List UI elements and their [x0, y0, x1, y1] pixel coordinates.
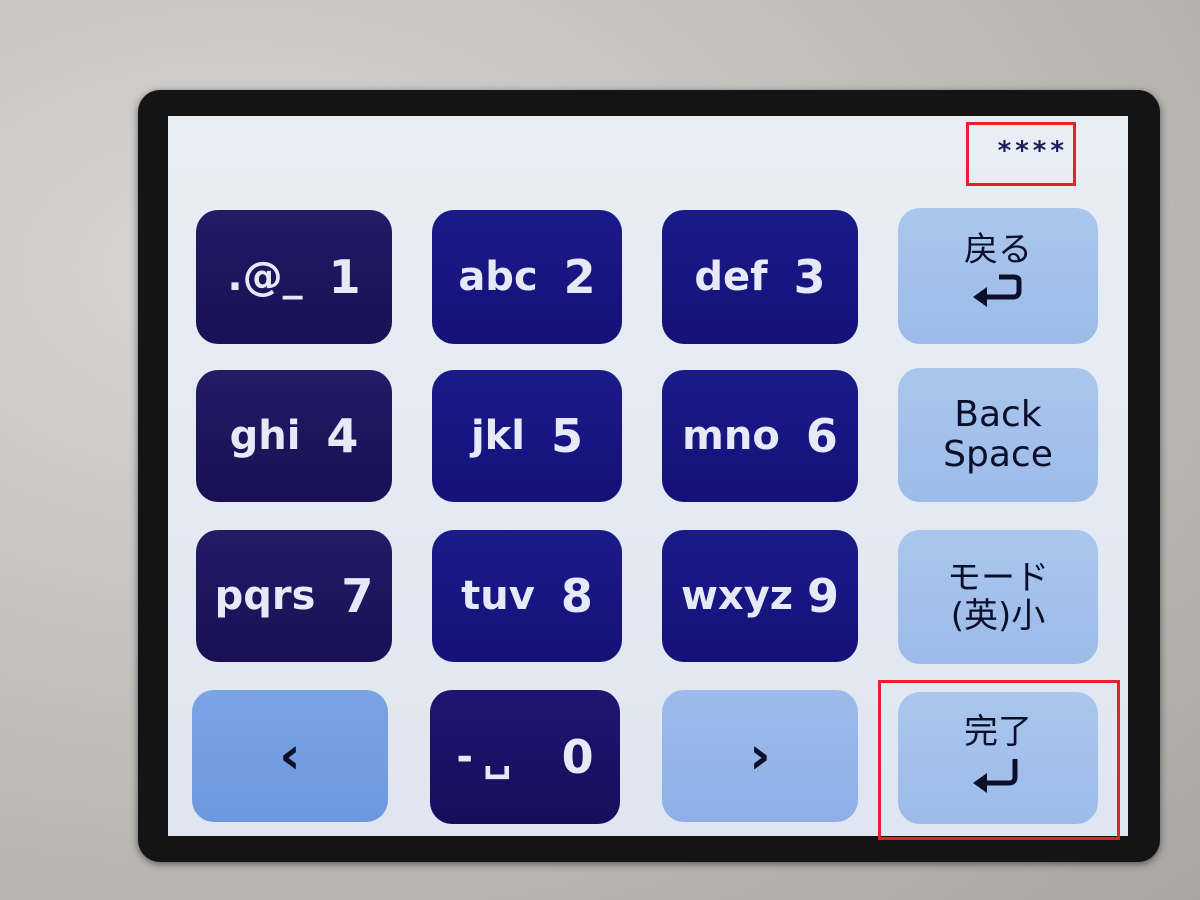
key-7[interactable]: pqrs 7: [196, 530, 392, 662]
key-4-digit: 4: [326, 409, 359, 463]
key-6-digit: 6: [805, 409, 838, 463]
key-6[interactable]: mno 6: [662, 370, 858, 502]
key-1-letters: .@_: [227, 254, 303, 300]
mode-button[interactable]: モード (英)小: [898, 530, 1098, 664]
key-5-letters: jkl: [470, 413, 525, 459]
backspace-label-line2: Space: [943, 434, 1053, 475]
key-4-letters: ghi: [229, 413, 301, 459]
chevron-right-icon: ›: [749, 726, 771, 786]
mode-label-line1: モード: [947, 557, 1049, 598]
back-button-label: 戻る: [964, 229, 1032, 270]
key-7-letters: pqrs: [214, 573, 316, 619]
mode-label-line2: (英)小: [950, 596, 1046, 636]
return-arrow-icon: [973, 274, 1022, 308]
backspace-label-line1: Back: [954, 393, 1042, 435]
key-5-digit: 5: [551, 409, 584, 463]
password-highlight-box: [966, 122, 1076, 186]
key-2[interactable]: abc 2: [432, 210, 622, 344]
key-0-letters: -␣: [456, 734, 522, 780]
key-8-letters: tuv: [461, 573, 535, 619]
key-3[interactable]: def 3: [662, 210, 858, 344]
key-2-digit: 2: [563, 250, 596, 304]
key-2-letters: abc: [458, 254, 538, 300]
key-3-digit: 3: [793, 250, 826, 304]
key-9-digit: 9: [807, 569, 840, 623]
key-1-digit: 1: [328, 250, 361, 304]
done-highlight-box: [878, 680, 1120, 840]
key-3-letters: def: [694, 254, 768, 300]
cursor-left-button[interactable]: ‹: [192, 690, 388, 822]
backspace-button[interactable]: Back Space: [898, 368, 1098, 502]
key-0[interactable]: -␣ 0: [430, 690, 620, 824]
cursor-right-button[interactable]: ›: [662, 690, 858, 822]
key-7-digit: 7: [341, 569, 374, 623]
chevron-left-icon: ‹: [279, 726, 301, 786]
key-9-letters: wxyz: [680, 573, 794, 619]
key-4[interactable]: ghi 4: [196, 370, 392, 502]
key-8-digit: 8: [560, 569, 593, 623]
key-8[interactable]: tuv 8: [432, 530, 622, 662]
key-6-letters: mno: [682, 413, 780, 459]
back-button[interactable]: 戻る: [898, 208, 1098, 344]
key-0-digit: 0: [561, 730, 594, 784]
key-9[interactable]: wxyz 9: [662, 530, 858, 662]
key-1[interactable]: .@_ 1: [196, 210, 392, 344]
key-5[interactable]: jkl 5: [432, 370, 622, 502]
